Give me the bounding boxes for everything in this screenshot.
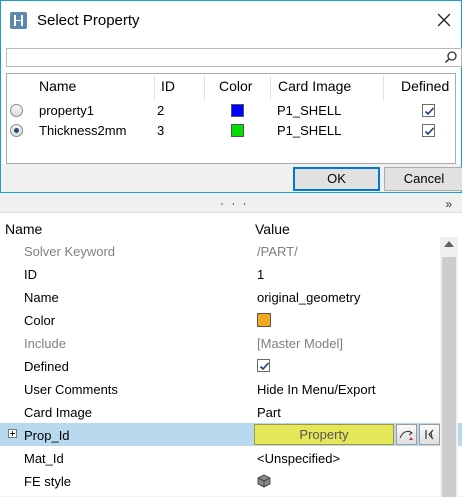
pick-arrow-icon[interactable] <box>396 424 417 445</box>
row-key: Solver Keyword <box>24 244 116 259</box>
editor-row-user-comments[interactable]: User Comments Hide In Menu/Export <box>0 377 440 400</box>
row-key: Prop_Id <box>24 428 70 443</box>
color-swatch <box>231 124 244 137</box>
defined-checkbox[interactable] <box>422 104 435 117</box>
row-name: property1 <box>39 103 94 118</box>
reset-icon[interactable] <box>419 424 440 445</box>
editor-row-solver-keyword[interactable]: Solver Keyword /PART/ <box>0 239 440 262</box>
column-header-defined[interactable]: Defined <box>401 78 449 94</box>
search-input[interactable] <box>6 48 462 67</box>
row-key: ID <box>24 267 37 282</box>
editor-row-defined[interactable]: Defined <box>0 354 440 377</box>
row-id: 2 <box>157 103 165 118</box>
row-key: User Comments <box>24 382 118 397</box>
defined-checkbox[interactable] <box>257 359 270 372</box>
editor-row-include[interactable]: Include [Master Model] <box>0 331 440 354</box>
close-icon[interactable] <box>431 7 457 33</box>
row-radio-button[interactable] <box>10 104 23 117</box>
row-key: Color <box>24 313 56 328</box>
row-value: /PART/ <box>257 244 298 259</box>
table-row[interactable]: property1 2 P1_SHELL <box>7 101 455 121</box>
row-key: Name <box>24 290 59 305</box>
editor-header: Name Value <box>0 213 462 237</box>
row-value[interactable]: <Unspecified> <box>257 451 340 466</box>
panel-splitter[interactable]: · · · » <box>0 196 462 212</box>
column-header-id[interactable]: ID <box>161 78 175 94</box>
editor-row-color[interactable]: Color <box>0 308 440 331</box>
editor-row-fe-style[interactable]: FE style <box>0 469 440 492</box>
row-value[interactable]: original_geometry <box>257 290 360 305</box>
editor-row-prop-id[interactable]: Prop_Id Property <box>0 423 462 446</box>
editor-row-card-image[interactable]: Card Image Part <box>0 400 440 423</box>
color-swatch[interactable] <box>257 313 271 327</box>
row-value[interactable]: Part <box>257 405 281 420</box>
select-property-dialog: Select Property Name ID Color Card Image… <box>0 0 462 193</box>
row-name: Thickness2mm <box>39 123 127 138</box>
row-value: [Master Model] <box>257 336 343 351</box>
dialog-button-bar: OK Cancel <box>1 164 462 192</box>
editor-row-mat-id[interactable]: Mat_Id <Unspecified> <box>0 446 440 469</box>
row-key: Include <box>24 336 66 351</box>
row-key: FE style <box>24 474 71 489</box>
property-table: Name ID Color Card Image Defined propert… <box>6 73 456 164</box>
scroll-up-icon[interactable] <box>444 241 454 247</box>
editor-row-id[interactable]: ID 1 <box>0 262 440 285</box>
color-swatch <box>231 104 244 117</box>
table-row[interactable]: Thickness2mm 3 P1_SHELL <box>7 121 455 141</box>
vertical-scrollbar[interactable] <box>440 237 458 497</box>
splitter-grip[interactable]: · · · <box>220 196 249 210</box>
row-key: Defined <box>24 359 69 374</box>
defined-checkbox[interactable] <box>422 124 435 137</box>
dialog-titlebar: Select Property <box>1 1 461 41</box>
column-header-name[interactable]: Name <box>39 78 76 94</box>
row-key: Mat_Id <box>24 451 64 466</box>
search-icon[interactable] <box>444 50 458 64</box>
expand-icon[interactable] <box>8 429 17 438</box>
row-id: 3 <box>157 123 165 138</box>
row-value[interactable]: 1 <box>257 267 264 282</box>
column-header-card-image[interactable]: Card Image <box>278 78 351 94</box>
row-value[interactable]: Hide In Menu/Export <box>257 382 376 397</box>
cancel-button[interactable]: Cancel <box>384 167 462 191</box>
scrollbar-thumb[interactable] <box>442 257 456 497</box>
row-card-image: P1_SHELL <box>277 123 342 138</box>
entity-editor: Name Value Solver Keyword /PART/ ID 1 Na… <box>0 212 462 497</box>
property-selector-button[interactable]: Property <box>254 424 394 445</box>
row-key: Card Image <box>24 405 92 420</box>
editor-row-name[interactable]: Name original_geometry <box>0 285 440 308</box>
editor-column-value: Value <box>255 221 290 237</box>
row-card-image: P1_SHELL <box>277 103 342 118</box>
dialog-title: Select Property <box>37 12 140 29</box>
row-radio-button[interactable] <box>10 124 23 137</box>
column-header-color[interactable]: Color <box>219 78 252 94</box>
ok-button[interactable]: OK <box>293 167 380 191</box>
editor-column-name: Name <box>5 221 43 237</box>
app-logo-icon <box>10 12 27 29</box>
shaded-cube-icon[interactable] <box>257 474 271 488</box>
collapse-icon[interactable]: » <box>445 197 452 211</box>
